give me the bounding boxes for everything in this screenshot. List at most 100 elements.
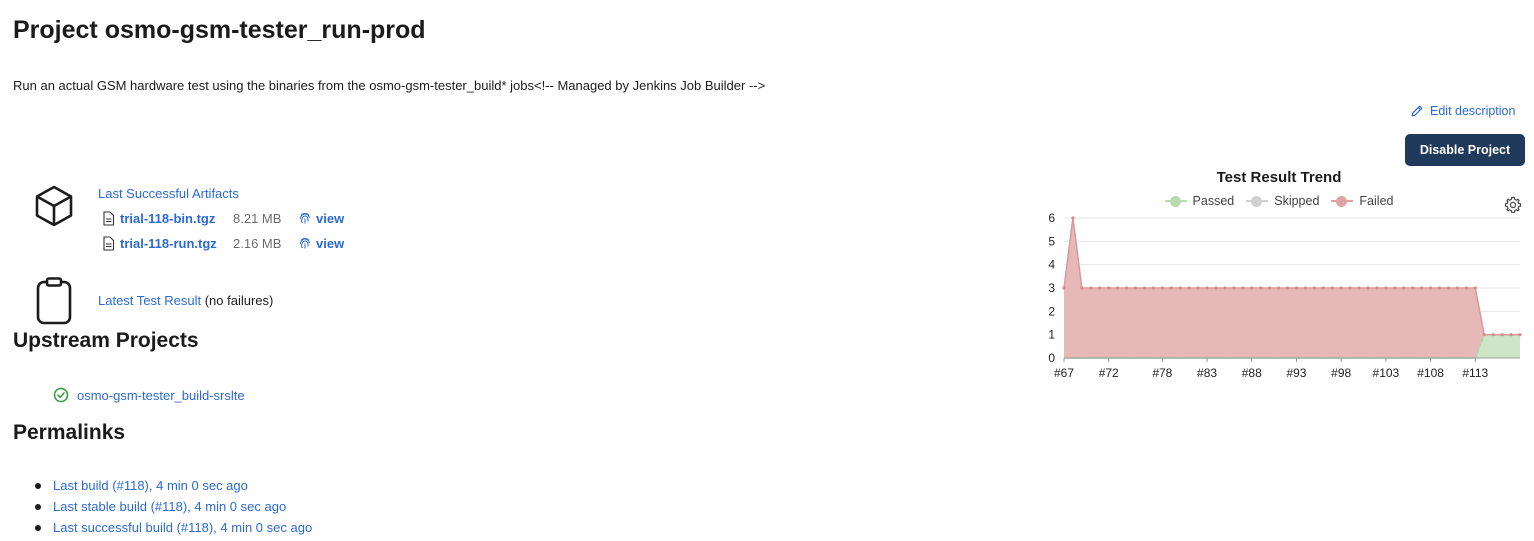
y-tick-label: 4 [1048, 258, 1055, 272]
data-point-failed [1518, 333, 1522, 337]
artifact-view-link[interactable]: view [316, 211, 344, 226]
x-tick-label: #78 [1152, 366, 1172, 380]
edit-description-label: Edit description [1430, 104, 1516, 118]
data-point-failed [1321, 286, 1325, 290]
data-point-failed [1205, 286, 1209, 290]
permalink-last-stable-build[interactable]: Last stable build (#118), 4 min 0 sec ag… [53, 499, 286, 514]
x-tick-label: #67 [1054, 366, 1074, 380]
data-point-failed [1178, 286, 1182, 290]
x-tick-label: #113 [1462, 366, 1488, 380]
test-result-status: (no failures) [204, 293, 274, 308]
x-tick-label: #108 [1417, 366, 1444, 380]
data-point-failed [1259, 286, 1263, 290]
data-point-failed [1285, 286, 1290, 290]
y-tick-label: 0 [1048, 351, 1055, 365]
artifact-row: trial-118-run.tgz 2.16 MB view [102, 234, 344, 252]
x-tick-label: #93 [1286, 366, 1306, 380]
data-point-failed [1116, 286, 1120, 290]
test-result-line: Latest Test Result (no failures) [98, 293, 273, 308]
legend-item-skipped[interactable]: Skipped [1246, 194, 1319, 208]
legend-label: Passed [1192, 194, 1235, 208]
data-point-failed [1098, 286, 1102, 290]
test-result-trend-chart: 0 1 2 3 4 5 6 #67 #72 #78 #83 #88 #93 #98 #103 #108 #113 [1048, 211, 1522, 380]
data-point-failed [1232, 286, 1236, 290]
fingerprint-icon [299, 213, 310, 224]
legend-swatch-failed [1331, 196, 1354, 207]
artifact-view-link[interactable]: view [316, 236, 344, 251]
data-point-failed [1446, 286, 1451, 290]
permalink-item: Last stable build (#118), 4 min 0 sec ag… [35, 499, 312, 520]
data-point-failed [1393, 286, 1397, 290]
file-icon [103, 210, 115, 226]
file-icon [103, 235, 115, 251]
data-point-failed [1080, 286, 1084, 290]
x-tick-label: #98 [1331, 366, 1351, 380]
upstream-project-item: osmo-gsm-tester_build-srslte [53, 387, 245, 403]
permalink-last-successful-build[interactable]: Last successful build (#118), 4 min 0 se… [53, 520, 312, 535]
data-point-failed [1437, 286, 1442, 290]
permalinks-list: Last build (#118), 4 min 0 sec ago Last … [35, 478, 312, 541]
disable-project-button[interactable]: Disable Project [1405, 134, 1525, 166]
project-description: Run an actual GSM hardware test using th… [13, 78, 766, 93]
data-point-failed [1241, 286, 1245, 290]
data-point-failed [1151, 286, 1156, 290]
upstream-project-link[interactable]: osmo-gsm-tester_build-srslte [77, 388, 245, 403]
permalink-last-build[interactable]: Last build (#118), 4 min 0 sec ago [53, 478, 248, 493]
data-point-failed [1455, 286, 1460, 290]
legend-label: Skipped [1274, 194, 1320, 208]
data-point-failed [1223, 286, 1227, 290]
latest-test-result-link[interactable]: Latest Test Result [98, 293, 201, 308]
chart-legend: Passed Skipped Failed [1040, 194, 1518, 208]
edit-description-link[interactable]: Edit description [1410, 104, 1515, 118]
permalinks-heading: Permalinks [13, 421, 126, 444]
y-tick-label: 3 [1048, 281, 1055, 295]
chart-title: Test Result Trend [1216, 169, 1342, 186]
artifact-file-size: 8.21 MB [233, 210, 282, 226]
data-point-failed [1428, 286, 1433, 290]
data-point-failed [1071, 216, 1075, 220]
legend-item-passed[interactable]: Passed [1164, 194, 1235, 208]
data-point-failed [1420, 286, 1424, 290]
data-point-failed [1294, 286, 1299, 290]
data-point-failed [1339, 286, 1343, 290]
data-point-failed [1366, 286, 1370, 290]
y-tick-label: 6 [1048, 211, 1055, 225]
permalink-item: Last successful build (#118), 4 min 0 se… [35, 520, 312, 541]
permalink-item: Last build (#118), 4 min 0 sec ago [35, 478, 312, 499]
data-point-failed [1196, 286, 1200, 290]
data-point-failed [1473, 286, 1477, 290]
data-point-failed [1187, 286, 1191, 290]
artifact-file-link[interactable]: trial-118-run.tgz [120, 236, 233, 251]
data-point-failed [1107, 286, 1111, 290]
data-point-failed [1375, 286, 1379, 290]
data-point-failed [1482, 333, 1486, 337]
data-point-failed [1384, 286, 1388, 290]
page-title: Project osmo-gsm-tester_run-prod [13, 16, 426, 44]
last-successful-artifacts-link[interactable]: Last Successful Artifacts [98, 186, 239, 201]
artifact-row: trial-118-bin.tgz 8.21 MB view [102, 209, 344, 227]
data-point-failed [1491, 333, 1495, 337]
data-point-failed [1250, 286, 1254, 290]
x-tick-label: #72 [1099, 366, 1119, 380]
x-tick-label: #83 [1197, 366, 1217, 380]
data-point-failed [1312, 286, 1316, 290]
data-point-failed [1357, 286, 1361, 290]
data-point-failed [1062, 286, 1066, 290]
upstream-projects-heading: Upstream Projects [13, 329, 199, 352]
data-point-failed [1089, 286, 1093, 290]
artifact-file-link[interactable]: trial-118-bin.tgz [120, 211, 233, 226]
clipboard-icon [36, 277, 72, 325]
data-point-failed [1509, 333, 1513, 337]
legend-label: Failed [1359, 194, 1394, 208]
data-point-failed [1133, 286, 1138, 290]
y-tick-label: 2 [1048, 304, 1055, 318]
data-point-failed [1160, 286, 1164, 290]
data-point-failed [1464, 286, 1468, 290]
data-point-failed [1330, 286, 1334, 290]
y-tick-label: 5 [1048, 234, 1055, 248]
legend-item-failed[interactable]: Failed [1331, 194, 1393, 208]
legend-swatch-passed [1164, 196, 1187, 207]
x-tick-label: #103 [1373, 366, 1400, 380]
check-circle-icon [53, 387, 69, 403]
artifact-file-size: 2.16 MB [233, 235, 282, 251]
